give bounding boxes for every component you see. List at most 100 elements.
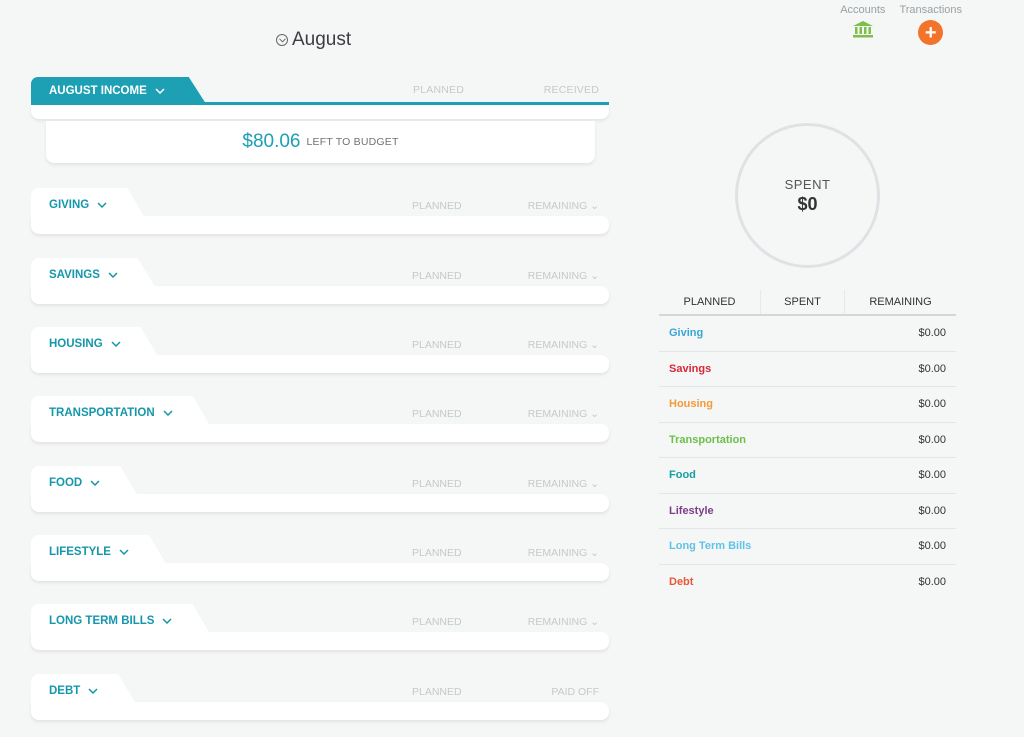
chevron-down-icon [163,410,173,416]
income-tab[interactable]: AUGUST INCOME [31,77,207,105]
remaining-toggle[interactable]: REMAINING ⌄ [528,200,599,212]
category-food: FOOD PLANNED REMAINING ⌄ [31,466,609,512]
month-title: August [292,29,352,50]
planned-label: PLANNED [412,270,462,282]
summary-row-amount: $0.00 [918,433,946,446]
summary-row-amount: $0.00 [918,398,946,411]
summary-row-name: Food [669,469,696,482]
planned-label: PLANNED [412,200,462,212]
remaining-toggle[interactable]: REMAINING ⌄ [528,270,599,282]
accounts-label: Accounts [840,4,886,16]
category-tab[interactable]: GIVING [31,188,147,222]
category-giving: GIVING PLANNED REMAINING ⌄ [31,188,609,234]
summary-row[interactable]: Giving $0.00 [659,316,956,352]
summary-row-name: Transportation [669,433,747,446]
summary-row[interactable]: Savings $0.00 [659,352,956,387]
category-debt: DEBT PLANNED PAID OFF [31,674,609,720]
month-selector[interactable]: August [276,29,351,51]
category-title: SAVINGS [49,269,100,281]
chevron-down-icon [108,272,118,278]
spent-circle: SPENT $0 [735,123,880,268]
transactions-nav[interactable]: Transactions + [899,4,962,45]
remaining-toggle[interactable]: REMAINING ⌄ [528,478,599,490]
summary-row-amount: $0.00 [918,362,946,375]
planned-label: PLANNED [412,547,462,559]
planned-label: PLANNED [412,478,462,490]
income-header: AUGUST INCOME PLANNED RECEIVED [31,77,609,105]
left-to-budget: $80.06 LEFT TO BUDGET [46,121,595,163]
remaining-toggle[interactable]: REMAINING ⌄ [528,547,599,559]
left-to-budget-label: LEFT TO BUDGET [306,136,399,148]
remaining-toggle[interactable]: REMAINING ⌄ [528,339,599,351]
summary-row-name: Housing [669,398,713,411]
category-lifestyle: LIFESTYLE PLANNED REMAINING ⌄ [31,535,609,581]
planned-label: PLANNED [412,686,462,698]
tab-planned[interactable]: PLANNED [659,290,761,314]
left-to-budget-amount: $80.06 [242,131,301,152]
category-savings: SAVINGS PLANNED REMAINING ⌄ [31,258,609,304]
category-title: FOOD [49,477,83,489]
category-tab[interactable]: DEBT [31,674,138,708]
category-title: HOUSING [49,338,103,350]
tab-spent[interactable]: SPENT [761,290,845,314]
summary-row-amount: $0.00 [918,576,946,589]
chevron-down-icon [111,341,121,347]
top-nav: Accounts Transactions + [840,4,962,45]
income-title: AUGUST INCOME [49,85,147,97]
add-transaction-button[interactable]: + [918,20,944,45]
spent-value: $0 [797,193,818,214]
summary-rows: Giving $0.00 Savings $0.00 Housing $0.00 Trans… [659,316,956,600]
summary-tabs: PLANNED SPENT REMAINING [659,290,956,316]
chevron-down-icon [155,88,165,94]
summary-row-name: Debt [669,576,694,589]
category-title: LONG TERM BILLS [49,615,155,627]
summary-row-name: Savings [669,362,712,375]
summary-row-amount: $0.00 [918,327,946,340]
chevron-down-icon [88,688,98,694]
category-tab[interactable]: HOUSING [31,327,161,361]
category-title: TRANSPORTATION [49,407,155,419]
category-tab[interactable]: LONG TERM BILLS [31,604,212,638]
summary-row[interactable]: Lifestyle $0.00 [659,494,956,529]
category-transportation: TRANSPORTATION PLANNED REMAINING ⌄ [31,396,609,442]
spent-label: SPENT [784,176,831,192]
summary-row[interactable]: Transportation $0.00 [659,423,956,458]
category-housing: HOUSING PLANNED REMAINING ⌄ [31,327,609,373]
summary-row-name: Long Term Bills [669,540,752,553]
summary-row-amount: $0.00 [918,504,946,517]
chevron-down-icon [90,480,100,486]
chevron-down-icon [97,202,107,208]
bank-icon [852,20,874,38]
tab-remaining[interactable]: REMAINING [845,290,956,314]
paid-off-toggle[interactable]: PAID OFF [551,686,599,698]
category-long-term-bills: LONG TERM BILLS PLANNED REMAINING ⌄ [31,604,609,650]
summary-row-name: Giving [669,327,704,340]
category-tab[interactable]: LIFESTYLE [31,535,169,569]
planned-label: PLANNED [412,339,462,351]
summary-row[interactable]: Food $0.00 [659,458,956,494]
category-tab[interactable]: FOOD [31,466,140,500]
remaining-toggle[interactable]: REMAINING ⌄ [528,616,599,628]
remaining-toggle[interactable]: REMAINING ⌄ [528,408,599,420]
transactions-label: Transactions [899,4,962,16]
chevron-down-icon [119,549,129,555]
planned-label: PLANNED [412,616,462,628]
summary-row[interactable]: Debt $0.00 [659,565,956,601]
summary-row-amount: $0.00 [918,469,946,482]
summary-row[interactable]: Housing $0.00 [659,387,956,423]
category-title: GIVING [49,199,90,211]
income-section: AUGUST INCOME PLANNED RECEIVED [31,77,609,119]
category-tab[interactable]: TRANSPORTATION [31,396,213,430]
summary-row[interactable]: Long Term Bills $0.00 [659,529,956,565]
category-title: LIFESTYLE [49,546,111,558]
summary-row-amount: $0.00 [918,540,946,553]
category-title: DEBT [49,685,81,697]
summary-row-name: Lifestyle [669,504,714,517]
income-received-label: RECEIVED [543,84,599,96]
accounts-nav[interactable]: Accounts [840,4,885,45]
income-card [31,105,609,119]
income-planned-label: PLANNED [413,84,464,96]
chevron-down-icon [162,618,172,624]
chevron-down-icon [276,34,288,46]
category-tab[interactable]: SAVINGS [31,258,158,292]
